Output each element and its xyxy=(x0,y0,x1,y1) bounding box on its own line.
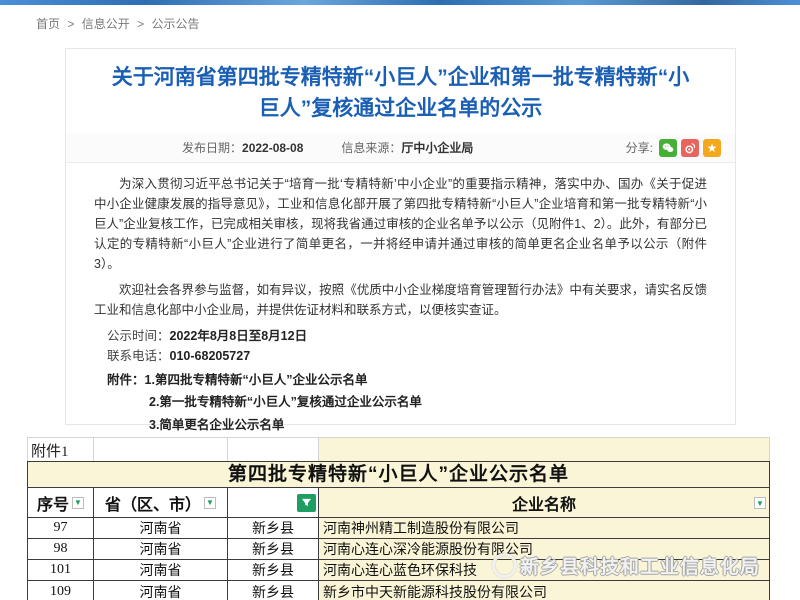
table-row: 98 河南省 新乡县 河南心连心深冷能源股份有限公司 xyxy=(28,539,769,560)
enterprise-table: 第四批专精特新“小巨人”企业公示名单 序号▼ 省（区、市）▼ 企业名称▼ 97 … xyxy=(27,461,770,600)
header-cell-index: 序号▼ xyxy=(28,488,94,517)
paragraph: 欢迎社会各界参与监督，如有异议，按照《优质中小企业梯度培育管理暂行办法》中有关要… xyxy=(94,280,707,320)
header-cell-county xyxy=(228,488,319,517)
cell-company: 河南心连心蓝色环保科技 xyxy=(319,560,769,580)
table-header-row: 序号▼ 省（区、市）▼ 企业名称▼ xyxy=(28,488,769,518)
info-source: 信息来源：厅中小企业局 xyxy=(341,139,473,156)
filter-dropdown-icon[interactable]: ▼ xyxy=(204,497,216,509)
paragraph: 为深入贯彻习近平总书记关于“培育一批‘专精特新’中小企业”的重要指示精神，落实中… xyxy=(94,174,707,274)
notice-time-value: 2022年8月8日至8月12日 xyxy=(170,329,308,343)
top-banner-bar xyxy=(0,0,800,5)
notice-time-line: 公示时间：2022年8月8日至8月12日 xyxy=(94,326,707,346)
table-title: 第四批专精特新“小巨人”企业公示名单 xyxy=(28,462,769,488)
breadcrumb-separator: > xyxy=(67,17,74,31)
filter-dropdown-icon[interactable]: ▼ xyxy=(72,497,84,509)
cell-county: 新乡县 xyxy=(228,518,319,538)
favorite-star-icon[interactable]: ★ xyxy=(703,139,721,157)
contact-phone-value: 010-68205727 xyxy=(170,349,251,363)
header-cell-province: 省（区、市）▼ xyxy=(94,488,228,517)
weibo-share-icon[interactable] xyxy=(681,139,699,157)
cell-index: 101 xyxy=(28,560,94,580)
attachment-1-link[interactable]: 附件：1.第四批专精特新“小巨人”企业公示名单 xyxy=(94,369,707,391)
sheet-corner-label: 附件1 xyxy=(28,438,94,461)
breadcrumb: 首页 > 信息公开 > 公示公告 xyxy=(36,15,203,32)
cell-county: 新乡县 xyxy=(228,560,319,580)
breadcrumb-info-disclosure[interactable]: 信息公开 xyxy=(82,17,130,31)
cell-province: 河南省 xyxy=(94,518,228,538)
article-body: 为深入贯彻习近平总书记关于“培育一批‘专精特新’中小企业”的重要指示精神，落实中… xyxy=(66,163,735,460)
contact-phone-label: 联系电话： xyxy=(107,349,170,363)
wechat-share-icon[interactable] xyxy=(659,139,677,157)
article-title: 关于河南省第四批专精特新“小巨人”企业和第一批专精特新“小巨人”复核通过企业名单… xyxy=(104,62,697,124)
active-filter-icon[interactable] xyxy=(297,494,316,512)
cell-company: 新乡市中天新能源科技股份有限公司 xyxy=(319,581,769,600)
cell-province: 河南省 xyxy=(94,539,228,559)
header-label: 企业名称 xyxy=(512,491,576,515)
contact-phone-line: 联系电话：010-68205727 xyxy=(94,346,707,366)
header-label: 序号 xyxy=(37,491,69,515)
attachment-1-label: 1.第四批专精特新“小巨人”企业公示名单 xyxy=(145,373,368,387)
sheet-empty-cell xyxy=(319,438,769,461)
cell-county: 新乡县 xyxy=(228,539,319,559)
breadcrumb-separator: > xyxy=(137,17,144,31)
info-source-value: 厅中小企业局 xyxy=(401,141,473,155)
notice-time-label: 公示时间： xyxy=(107,329,170,343)
publish-date-value: 2022-08-08 xyxy=(242,141,303,155)
attachments-label: 附件： xyxy=(107,373,145,387)
cell-index: 97 xyxy=(28,518,94,538)
sheet-empty-cell xyxy=(94,438,228,461)
breadcrumb-home[interactable]: 首页 xyxy=(36,17,60,31)
share-label: 分享: xyxy=(626,139,653,156)
sheet-corner-row: 附件1 xyxy=(27,437,770,461)
cell-index: 109 xyxy=(28,581,94,600)
cell-province: 河南省 xyxy=(94,560,228,580)
article-panel: 关于河南省第四批专精特新“小巨人”企业和第一批专精特新“小巨人”复核通过企业名单… xyxy=(65,48,736,425)
cell-company: 河南神州精工制造股份有限公司 xyxy=(319,518,769,538)
publish-date-label: 发布日期： xyxy=(182,141,242,155)
cell-province: 河南省 xyxy=(94,581,228,600)
attachment-2-link[interactable]: 2.第一批专精特新“小巨人”复核通过企业公示名单 xyxy=(94,391,707,414)
header-label: 省（区、市） xyxy=(105,491,201,515)
header-cell-company: 企业名称 ▼ xyxy=(319,488,769,517)
filter-dropdown-icon[interactable]: ▼ xyxy=(754,497,766,509)
info-source-label: 信息来源： xyxy=(341,141,401,155)
article-meta-row: 发布日期：2022-08-08 信息来源：厅中小企业局 分享: ★ xyxy=(66,133,735,163)
attachment-spreadsheet: 附件1 第四批专精特新“小巨人”企业公示名单 序号▼ 省（区、市）▼ 企业名称▼… xyxy=(27,437,770,600)
cell-company: 河南心连心深冷能源股份有限公司 xyxy=(319,539,769,559)
share-bar: 分享: ★ xyxy=(626,139,721,157)
page: 首页 > 信息公开 > 公示公告 关于河南省第四批专精特新“小巨人”企业和第一批… xyxy=(0,0,800,600)
publish-date: 发布日期：2022-08-08 xyxy=(182,139,303,156)
table-row: 109 河南省 新乡县 新乡市中天新能源科技股份有限公司 xyxy=(28,581,769,600)
cell-county: 新乡县 xyxy=(228,581,319,600)
breadcrumb-current: 公示公告 xyxy=(151,17,199,31)
attachment-3-link[interactable]: 3.简单更名企业公示名单 xyxy=(94,414,707,437)
sheet-empty-cell xyxy=(228,438,319,461)
table-row: 101 河南省 新乡县 河南心连心蓝色环保科技 xyxy=(28,560,769,581)
cell-index: 98 xyxy=(28,539,94,559)
table-row: 97 河南省 新乡县 河南神州精工制造股份有限公司 xyxy=(28,518,769,539)
